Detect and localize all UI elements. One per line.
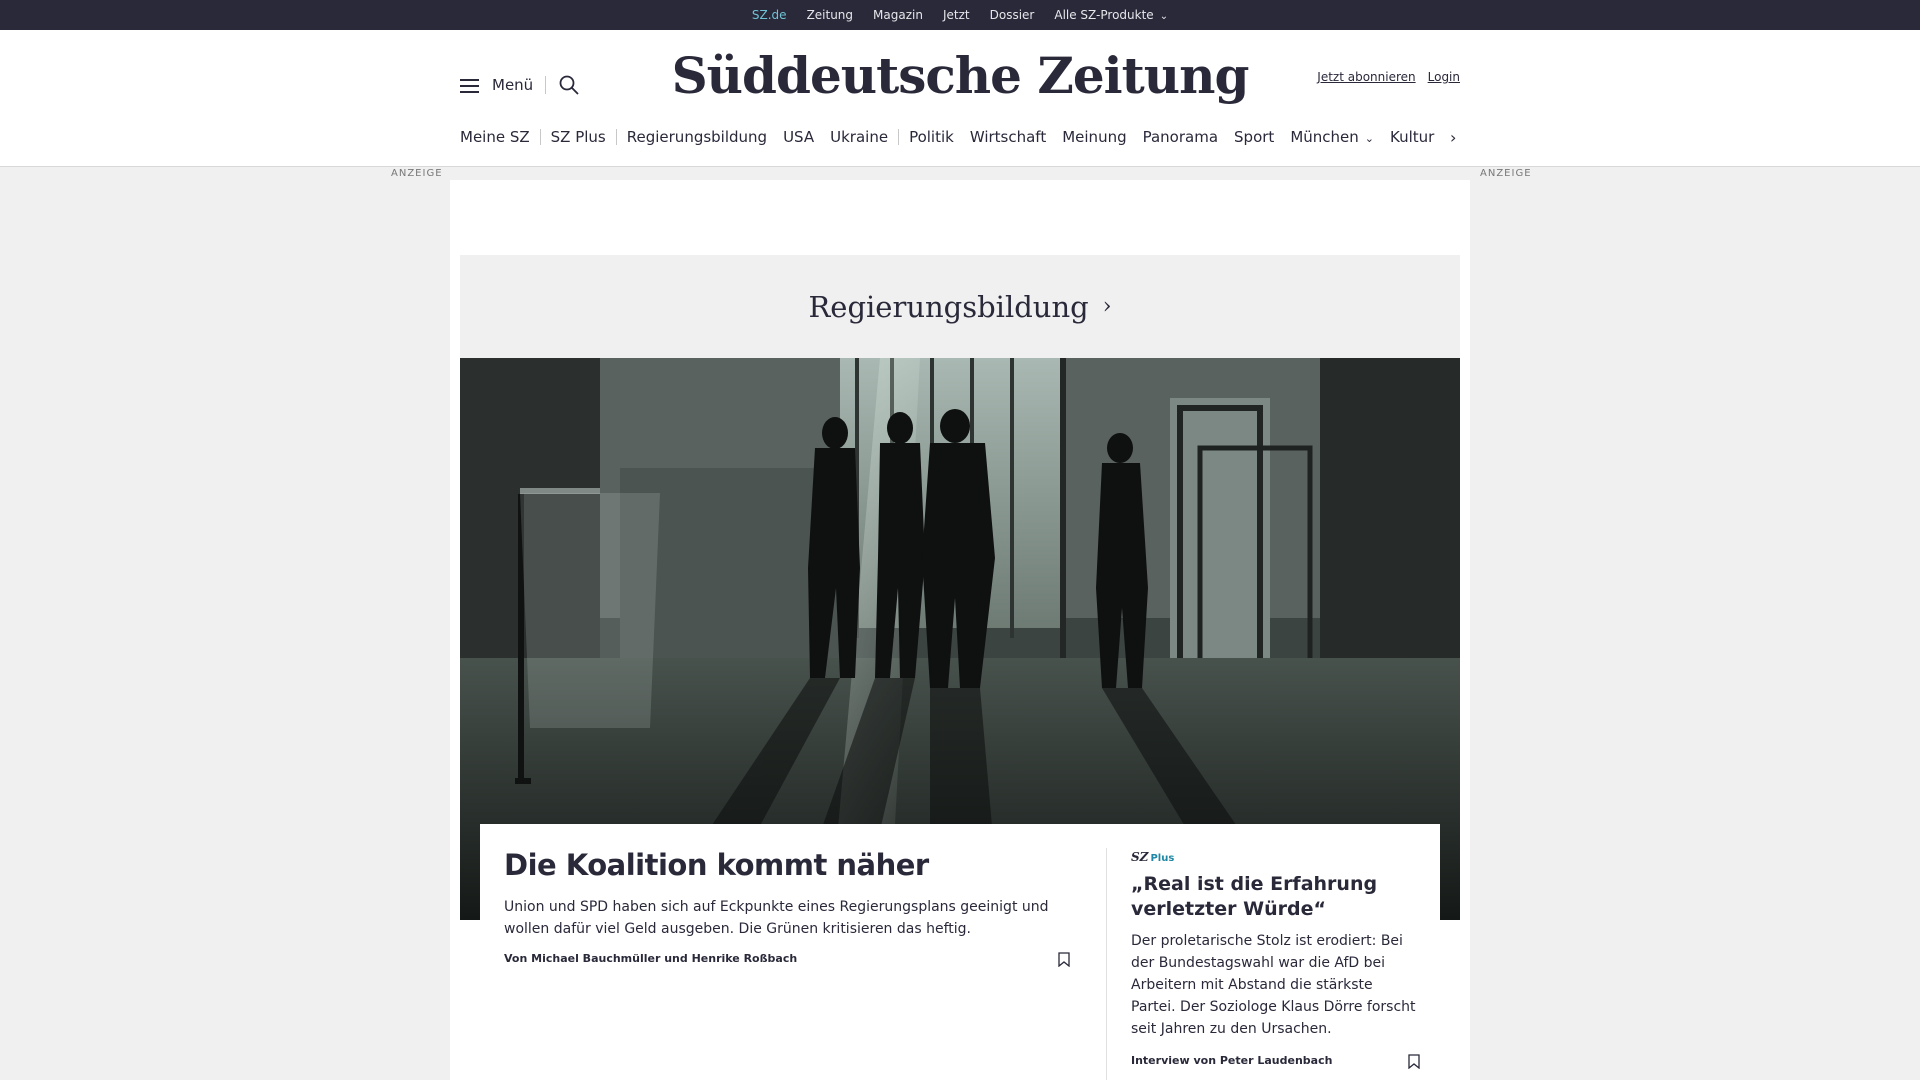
product-link-jetzt[interactable]: Jetzt — [943, 8, 970, 22]
chevron-down-icon: ⌄ — [1159, 11, 1169, 22]
side-headline[interactable]: „Real ist die Erfahrung verletzter Würde… — [1131, 872, 1416, 922]
chevron-right-icon: › — [1102, 294, 1112, 319]
product-link-zeitung[interactable]: Zeitung — [807, 8, 853, 22]
nav-divider — [898, 129, 900, 145]
sz-plus-suffix: Plus — [1150, 853, 1175, 864]
column-divider — [1106, 848, 1107, 1080]
nav-item-ukraine[interactable]: Ukraine — [830, 128, 888, 146]
nav-item-sz-plus[interactable]: SZ Plus — [551, 128, 606, 146]
nav-item-kultur[interactable]: Kultur — [1390, 128, 1434, 146]
product-link-dossier[interactable]: Dossier — [990, 8, 1035, 22]
side-teaser[interactable]: Der proletarische Stolz ist erodiert: Be… — [1131, 930, 1416, 1040]
nav-divider — [615, 129, 617, 145]
account-links: Jetzt abonnieren Login — [1305, 70, 1460, 84]
all-products-dropdown[interactable]: Alle SZ-Produkte ⌄ — [1054, 8, 1168, 22]
side-byline: Interview von Peter Laudenbach — [1131, 1054, 1333, 1067]
lead-teaser[interactable]: Union und SPD haben sich auf Eckpunkte e… — [504, 896, 1064, 940]
site-logo[interactable]: Süddeutsche Zeitung — [0, 46, 1920, 105]
section-title: Regierungsbildung — [808, 289, 1089, 324]
nav-item-muenchen[interactable]: München ⌄ — [1290, 128, 1374, 146]
product-bar: SZ.de Zeitung Magazin Jetzt Dossier Alle… — [0, 0, 1920, 32]
nav-item-panorama[interactable]: Panorama — [1143, 128, 1218, 146]
chevron-right-icon[interactable]: › — [1450, 128, 1456, 147]
lead-article[interactable]: Die Koalition kommt näher Union und SPD … — [504, 848, 1064, 965]
nav-item-sport[interactable]: Sport — [1234, 128, 1274, 146]
nav-item-politik[interactable]: Politik — [909, 128, 954, 146]
lead-headline[interactable]: Die Koalition kommt näher — [504, 848, 1064, 882]
ad-label-right: ANZEIGE — [1480, 168, 1532, 179]
chevron-down-icon: ⌄ — [1364, 132, 1374, 145]
nav-item-usa[interactable]: USA — [783, 128, 814, 146]
nav-item-meine-sz[interactable]: Meine SZ — [460, 128, 530, 146]
main-navigation: Meine SZ SZ Plus Regierungsbildung USA U… — [460, 128, 1450, 146]
nav-item-wirtschaft[interactable]: Wirtschaft — [970, 128, 1046, 146]
login-link[interactable]: Login — [1428, 70, 1460, 84]
ad-label-left: ANZEIGE — [391, 168, 443, 179]
product-link-szde[interactable]: SZ.de — [752, 8, 787, 32]
product-link-magazin[interactable]: Magazin — [873, 8, 923, 22]
site-header: Menü Süddeutsche Zeitung Jetzt abonniere… — [0, 30, 1920, 167]
all-products-label: Alle SZ-Produkte — [1054, 8, 1154, 22]
sz-plus-badge: SZ Plus — [1131, 850, 1416, 864]
sz-plus-brand: SZ — [1131, 850, 1149, 864]
nav-item-meinung[interactable]: Meinung — [1062, 128, 1126, 146]
nav-divider — [539, 129, 541, 145]
lead-byline: Von Michael Bauchmüller und Henrike Roßb… — [504, 952, 798, 965]
nav-item-muenchen-label: München — [1290, 128, 1359, 146]
subscribe-link[interactable]: Jetzt abonnieren — [1317, 70, 1415, 84]
bookmark-icon[interactable] — [1058, 952, 1070, 967]
nav-item-regierungsbildung[interactable]: Regierungsbildung — [627, 128, 767, 146]
teaser-box: Die Koalition kommt näher Union und SPD … — [480, 824, 1440, 1080]
side-article[interactable]: SZ Plus „Real ist die Erfahrung verletzte… — [1131, 850, 1416, 1067]
bookmark-icon[interactable] — [1408, 1054, 1420, 1069]
content-column: Regierungsbildung › Die Koalition kommt … — [450, 180, 1470, 1080]
section-header[interactable]: Regierungsbildung › — [460, 255, 1460, 358]
